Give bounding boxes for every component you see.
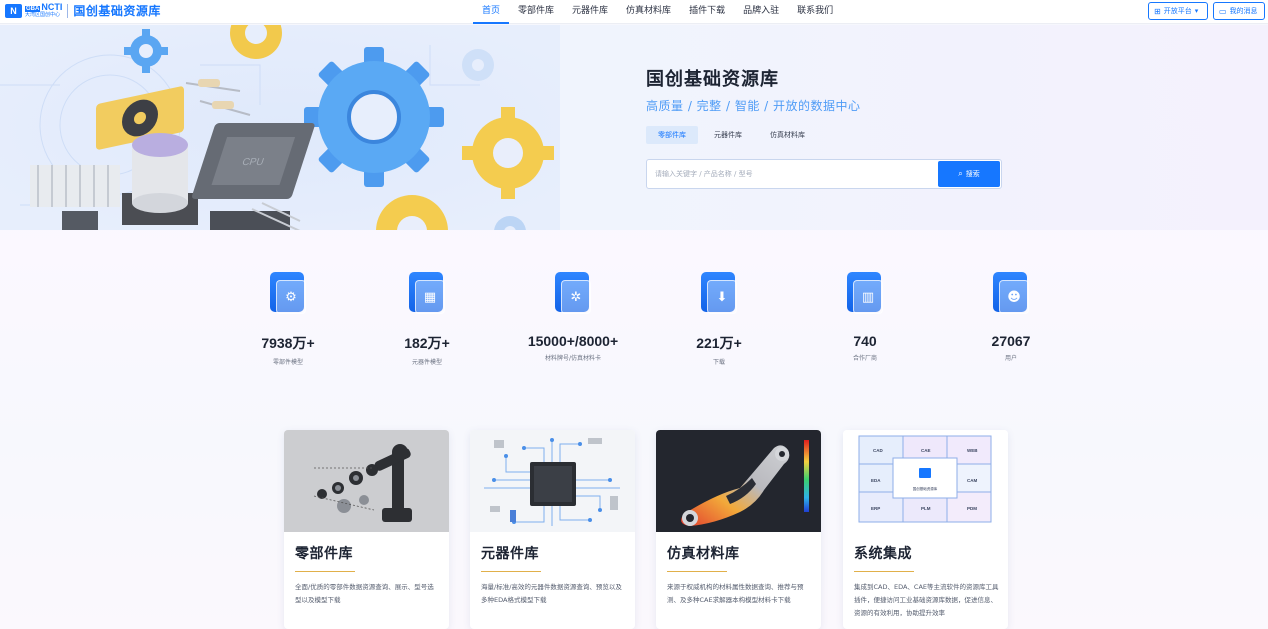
hero-title: 国创基础资源库 <box>646 69 779 90</box>
stat-value: 7938万+ <box>261 335 315 351</box>
card-title: 元器件库 <box>481 546 539 562</box>
top-header: N GBA NCTI 大湾区国创中心 国创基础资源库 首页 零部件库 元器件库 仿… <box>0 0 1268 24</box>
svg-text:PLM: PLM <box>921 506 931 511</box>
card-parts[interactable]: 零部件库 全面/优质的零部件数据资源查询、展示、型号选型以及模型下载 <box>284 430 449 629</box>
stat-label: 元器件模型 <box>411 359 442 366</box>
main-nav: 首页 零部件库 元器件库 仿真材料库 插件下载 品牌入驻 联系我们 <box>473 0 842 24</box>
logo-badge: GBA NCTI <box>25 2 63 12</box>
stat-downloads: ⬇ 221万+ 下载 <box>654 272 784 366</box>
stat-value: 740 <box>853 333 877 349</box>
tab-parts[interactable]: 零部件库 <box>646 126 698 144</box>
stat-parts: ⚙ 7938万+ 零部件模型 <box>223 272 353 366</box>
svg-text:CPU: CPU <box>240 157 265 168</box>
integration-puzzle-image: CAD CAE WEB EDA CAM ERP PLM PDM 国创基础资源库 <box>843 430 1008 532</box>
nav-plugins[interactable]: 插件下载 <box>680 0 734 24</box>
card-divider <box>667 571 727 572</box>
robot-arm-image <box>284 430 449 532</box>
svg-text:CAD: CAD <box>873 448 883 453</box>
platform-icon: ⊞ <box>1154 6 1161 16</box>
building-icon: ▥ <box>845 272 885 316</box>
stat-value: 27067 <box>991 333 1031 349</box>
stat-partners: ▥ 740 合作厂商 <box>800 272 930 362</box>
message-icon: ▭ <box>1219 6 1227 16</box>
large-gear-icon <box>304 47 444 187</box>
card-description: 全面/优质的零部件数据资源查询、展示、型号选型以及模型下载 <box>295 583 434 604</box>
nav-home[interactable]: 首页 <box>473 0 510 24</box>
stats-section: ⚙ 7938万+ 零部件模型 ▦ 182万+ 元器件模型 ✲ 15000+/80… <box>0 230 1268 405</box>
svg-text:CAM: CAM <box>967 478 977 483</box>
card-description: 海量/标准/高效的元器件数据资源查询、预览以及多种EDA格式模型下载 <box>481 583 622 604</box>
card-divider <box>295 571 355 572</box>
svg-text:WEB: WEB <box>967 448 978 453</box>
nav-materials[interactable]: 仿真材料库 <box>617 0 680 24</box>
card-description: 来源于权威机构的材料属性数据查询、推荐与预测、及多种CAE求解器本构模型材料卡下… <box>667 583 804 604</box>
gear-icon: ⚙ <box>268 272 308 316</box>
messages-button[interactable]: ▭ 我的消息 <box>1213 2 1265 20</box>
nav-components[interactable]: 元器件库 <box>563 0 617 24</box>
svg-text:国创基础资源库: 国创基础资源库 <box>913 486 938 491</box>
logo-subtitle: 大湾区国创中心 <box>25 12 61 18</box>
search-bar: ⌕ 搜索 <box>646 159 1002 189</box>
svg-text:CAE: CAE <box>921 448 931 453</box>
search-category-tabs: 零部件库 元器件库 仿真材料库 <box>646 126 821 144</box>
stat-label: 材料牌号/仿真材料卡 <box>544 355 602 362</box>
simulation-image <box>656 430 821 532</box>
stat-materials: ✲ 15000+/8000+ 材料牌号/仿真材料卡 <box>508 272 638 362</box>
worker-icon: ☻ <box>991 272 1031 316</box>
stat-label: 用户 <box>1004 355 1017 362</box>
stat-value: 221万+ <box>696 335 742 351</box>
search-button[interactable]: ⌕ 搜索 <box>938 161 1000 187</box>
download-icon: ⬇ <box>699 272 739 316</box>
stat-users: ☻ 27067 用户 <box>946 272 1076 362</box>
card-title: 系统集成 <box>854 546 912 562</box>
card-divider <box>854 571 914 572</box>
stat-label: 下载 <box>712 359 725 366</box>
stat-label: 合作厂商 <box>852 355 877 362</box>
tab-materials[interactable]: 仿真材料库 <box>758 126 817 144</box>
logo-divider <box>67 3 69 18</box>
card-title: 零部件库 <box>295 546 353 562</box>
stat-label: 零部件模型 <box>272 359 303 366</box>
open-platform-button[interactable]: ⊞ 开放平台 ▾ <box>1148 2 1208 20</box>
stat-value: 182万+ <box>404 335 450 351</box>
card-title: 仿真材料库 <box>667 546 740 562</box>
tab-components[interactable]: 元器件库 <box>702 126 754 144</box>
logo-mark-icon: N <box>5 3 22 18</box>
site-logo[interactable]: N GBA NCTI 大湾区国创中心 国创基础资源库 <box>5 2 161 19</box>
chevron-down-icon: ▾ <box>1194 7 1199 15</box>
gears-icon: ✲ <box>553 272 593 316</box>
hero-banner: CPU 国创基础资源库 高质量 / 完整 / 智能 / 开放的数据中心 零部件库… <box>0 25 1268 230</box>
search-input[interactable] <box>647 160 937 188</box>
chip-icon: ▦ <box>407 272 447 316</box>
search-icon: ⌕ <box>958 169 963 178</box>
card-description: 集成到CAD、EDA、CAE等主流软件的资源库工具插件，便捷访问工业基础资源库数… <box>854 583 999 617</box>
stat-components: ▦ 182万+ 元器件模型 <box>362 272 492 366</box>
nav-contact[interactable]: 联系我们 <box>788 0 842 24</box>
card-components[interactable]: 元器件库 海量/标准/高效的元器件数据资源查询、预览以及多种EDA格式模型下载 <box>470 430 635 629</box>
site-title: 国创基础资源库 <box>73 4 161 18</box>
svg-text:ERP: ERP <box>871 506 880 511</box>
svg-text:PDM: PDM <box>967 506 977 511</box>
hero-subtitle: 高质量 / 完整 / 智能 / 开放的数据中心 <box>646 99 861 113</box>
card-divider <box>481 571 541 572</box>
card-materials[interactable]: 仿真材料库 来源于权威机构的材料属性数据查询、推荐与预测、及多种CAE求解器本构… <box>656 430 821 629</box>
hero-illustration: CPU <box>0 25 560 230</box>
svg-text:EDA: EDA <box>871 478 881 483</box>
stat-value: 15000+/8000+ <box>527 333 619 349</box>
circuit-chip-image <box>470 430 635 532</box>
nav-parts[interactable]: 零部件库 <box>509 0 563 24</box>
card-integration[interactable]: CAD CAE WEB EDA CAM ERP PLM PDM 国创基础资源库 … <box>843 430 1008 629</box>
nav-brand-join[interactable]: 品牌入驻 <box>734 0 788 24</box>
